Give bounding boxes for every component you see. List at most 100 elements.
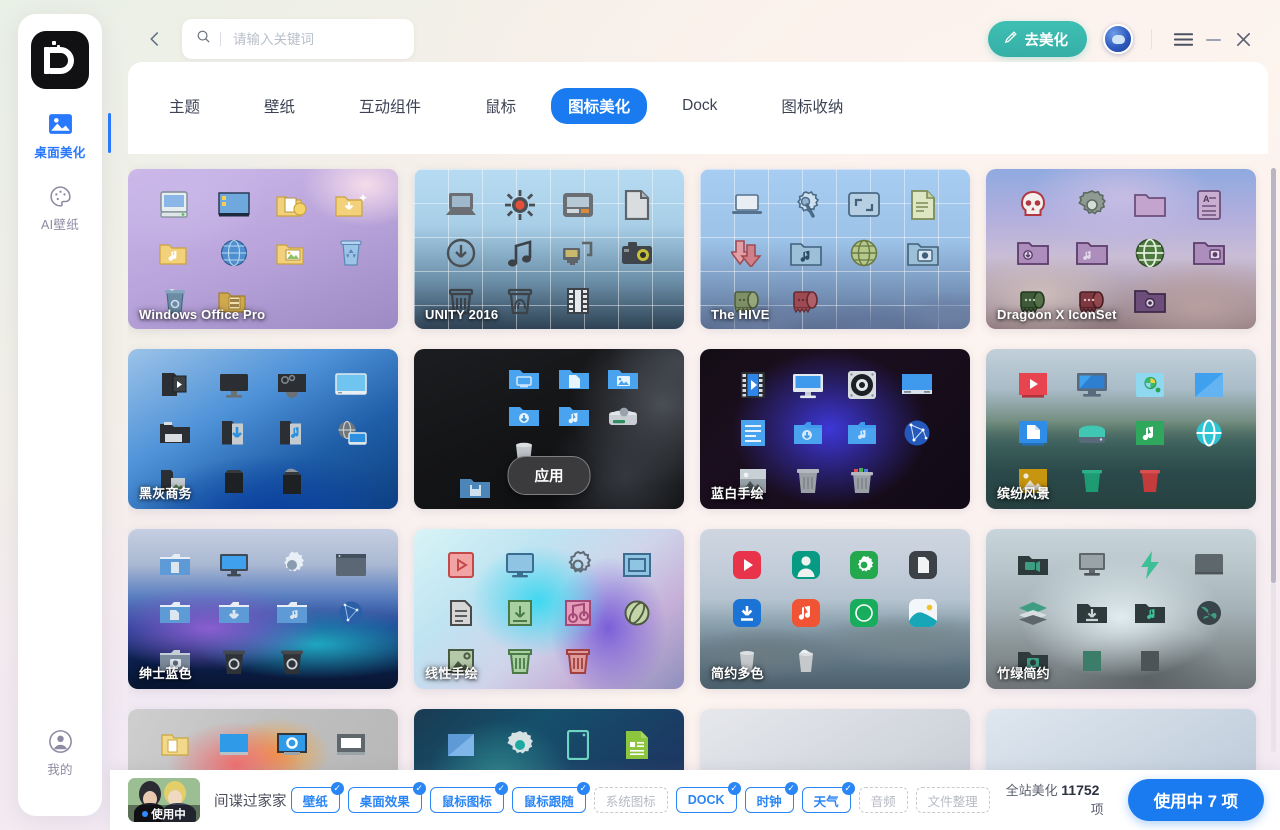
app-logo	[31, 31, 89, 89]
toolbar-divider	[1151, 29, 1152, 49]
recycle-bin-icon	[560, 645, 596, 677]
check-icon: ✓	[576, 782, 590, 795]
network-icon	[333, 597, 369, 629]
recycle-bin-icon	[216, 645, 252, 677]
chip-clock[interactable]: 时钟 ✓	[744, 782, 798, 813]
photos-folder-icon	[905, 237, 941, 269]
globe-icon	[619, 597, 655, 629]
theme-card[interactable]: Windows Office Pro	[128, 169, 398, 329]
icon-preview-set	[128, 709, 398, 770]
theme-card[interactable]: 线性手绘	[414, 529, 684, 689]
search-input[interactable]	[233, 31, 393, 47]
theme-card[interactable]	[986, 709, 1256, 770]
theme-card[interactable]	[700, 709, 970, 770]
videos-folder-icon	[157, 729, 193, 761]
trash-icon	[502, 645, 538, 677]
tab-theme[interactable]: 主题	[152, 88, 217, 124]
theme-card[interactable]	[128, 709, 398, 770]
theme-card-label: The HIVE	[711, 307, 770, 322]
window-icon	[899, 369, 935, 401]
recycle-bin-full-icon	[274, 645, 310, 677]
theme-card[interactable]: A Dragoon X IconSet	[986, 169, 1256, 329]
theme-card[interactable]: 竹绿简约	[986, 529, 1256, 689]
search-box[interactable]	[182, 19, 414, 59]
computer-icon	[443, 189, 479, 221]
display-icon	[443, 729, 479, 761]
theme-card[interactable]: 绅士蓝色	[128, 529, 398, 689]
tab-interactive-widgets[interactable]: 互动组件	[342, 88, 438, 124]
drive-icon	[1074, 417, 1110, 449]
beautify-button[interactable]: 去美化	[987, 21, 1087, 57]
tab-icon-storage[interactable]: 图标收纳	[764, 88, 860, 124]
documents-folder-icon	[157, 549, 193, 581]
theme-card[interactable]: 应用	[414, 349, 684, 509]
chip-weather[interactable]: 天气 ✓	[801, 782, 855, 813]
monitor-icon	[790, 369, 826, 401]
chip-system-icon[interactable]: 系统图标	[593, 787, 668, 813]
chip-audio[interactable]: 音频	[858, 787, 908, 813]
pictures-folder-icon	[605, 364, 641, 396]
trash-icon	[790, 465, 826, 497]
recycle-bin-full-icon	[844, 465, 880, 497]
globe-icon	[1132, 237, 1168, 269]
in-use-count-button[interactable]: 使用中 7 项	[1127, 779, 1264, 821]
videos-folder-icon	[1015, 549, 1051, 581]
sidebar-item-desktop-beautify[interactable]: 桌面美化	[24, 111, 111, 161]
hamburger-icon[interactable]	[1168, 24, 1198, 54]
chip-wallpaper[interactable]: 壁纸 ✓	[290, 782, 344, 813]
back-button[interactable]	[138, 22, 172, 56]
theme-card[interactable]: 缤纷风景	[986, 349, 1256, 509]
svg-text:A: A	[1203, 194, 1210, 204]
theme-card[interactable]: 蓝白手绘	[700, 349, 970, 509]
sidebar-item-mine[interactable]: 我的	[24, 728, 96, 778]
music-folder-icon	[844, 417, 880, 449]
close-icon[interactable]	[1228, 24, 1258, 54]
theme-card-label: 绅士蓝色	[139, 666, 192, 681]
scrollbar-track[interactable]	[1271, 168, 1276, 752]
chip-label: 天气	[813, 794, 839, 809]
icon-theme-grid-scroll[interactable]: Windows Office Pro UNITY 2016 The HIVE A…	[128, 154, 1268, 770]
theme-card[interactable]: 简约多色	[700, 529, 970, 689]
theme-card[interactable]	[414, 709, 684, 770]
settings-gear-icon	[502, 729, 538, 761]
chip-label: 壁纸	[302, 794, 328, 809]
music-icon	[502, 237, 538, 269]
current-theme-thumbnail[interactable]: 使用中	[128, 778, 200, 822]
document-icon	[619, 189, 655, 221]
chip-dock[interactable]: DOCK ✓	[675, 782, 741, 813]
music-icon	[788, 597, 824, 629]
theme-card-label: Windows Office Pro	[139, 307, 266, 322]
chip-desktop-effect[interactable]: 桌面效果 ✓	[347, 782, 426, 813]
in-use-badge: 使用中	[128, 805, 200, 822]
user-avatar[interactable]	[1103, 24, 1133, 54]
tab-icon-beautify[interactable]: 图标美化	[551, 88, 648, 124]
settings-gear-icon	[1074, 189, 1110, 221]
scrollbar-thumb[interactable]	[1271, 168, 1276, 583]
chip-label: 时钟	[756, 794, 782, 809]
document-icon	[905, 549, 941, 581]
download-icon	[443, 237, 479, 269]
tab-mouse[interactable]: 鼠标	[468, 88, 533, 124]
network-globe-icon	[899, 417, 935, 449]
theme-card-label: 黑灰商务	[139, 486, 192, 501]
theme-card[interactable]: 黑灰商务	[128, 349, 398, 509]
tab-dock[interactable]: Dock	[665, 90, 734, 122]
fullscreen-icon	[846, 189, 882, 221]
minimize-icon[interactable]	[1198, 24, 1228, 54]
laptop-icon	[729, 189, 765, 221]
theme-card[interactable]: UNITY 2016	[414, 169, 684, 329]
paper-roll-red-icon	[788, 285, 824, 317]
apply-button[interactable]: 应用	[507, 456, 591, 495]
computer-icon	[157, 189, 193, 221]
feature-chip-group: 壁纸 ✓ 桌面效果 ✓ 鼠标图标 ✓ 鼠标跟随 ✓ 系统图标 DOCK ✓ 时钟 ✓ 天气 ✓…	[290, 782, 990, 813]
chip-mouse-icon[interactable]: 鼠标图标 ✓	[429, 782, 508, 813]
theme-card[interactable]: The HIVE	[700, 169, 970, 329]
chip-label: DOCK	[687, 793, 725, 807]
sidebar-item-ai-wallpaper[interactable]: AI壁纸	[24, 183, 96, 233]
globe-icon	[1191, 597, 1227, 629]
icon-preview-set	[414, 709, 684, 770]
tab-wallpaper[interactable]: 壁纸	[247, 88, 312, 124]
downloads-folder-icon	[1074, 597, 1110, 629]
chip-file-organize[interactable]: 文件整理	[915, 787, 990, 813]
chip-mouse-follow[interactable]: 鼠标跟随 ✓	[511, 782, 590, 813]
